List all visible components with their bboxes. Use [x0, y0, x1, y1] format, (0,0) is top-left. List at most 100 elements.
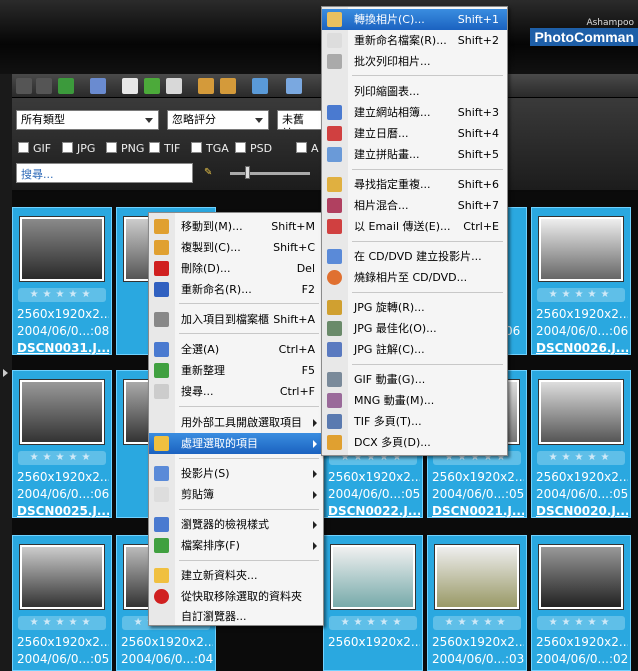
search-input[interactable]: 搜尋...: [16, 163, 193, 183]
submenu-item-convert[interactable]: 轉換相片(C)... Shift+1: [322, 9, 507, 30]
submenu-item-gif-animation[interactable]: GIF 動畫(G)...: [322, 369, 507, 390]
rating-stars[interactable]: ★★★★★: [537, 616, 625, 630]
format-checkbox-jpg[interactable]: JPG: [62, 142, 95, 156]
view-icon[interactable]: [90, 78, 106, 94]
left-panel-collapsed[interactable]: [0, 74, 12, 671]
menu-item-sort[interactable]: 檔案排序(F): [149, 535, 323, 556]
submenu-item-calendar[interactable]: 建立日曆... Shift+4: [322, 123, 507, 144]
back-icon[interactable]: [16, 78, 32, 94]
submenu-arrow-icon: [313, 491, 317, 499]
menu-item-select-all[interactable]: 全選(A) Ctrl+A: [149, 339, 323, 360]
rating-stars[interactable]: ★★★★★: [537, 288, 625, 302]
new-file-icon[interactable]: [122, 78, 138, 94]
thumbnail-item[interactable]: ★★★★★ 2560x1920x2... 2004/06/0...:06 DSC…: [531, 207, 631, 355]
refresh-icon[interactable]: [144, 78, 160, 94]
submenu-item-print-thumbnails[interactable]: 列印縮圖表...: [322, 81, 507, 102]
thumbnail-date: 2004/06/0...:05: [328, 487, 420, 501]
submenu-item-dcx-multipage[interactable]: DCX 多頁(D)...: [322, 432, 507, 453]
rating-select[interactable]: 忽略評分: [167, 110, 269, 130]
dcx-icon: [327, 435, 342, 450]
date-select[interactable]: 未舊於.: [277, 110, 323, 130]
thumbnail-item[interactable]: ★★★★★ 2560x1920x2... 2004/06/0...:05 DSC…: [531, 370, 631, 518]
rating-stars[interactable]: ★★★★★: [433, 616, 521, 630]
format-checkbox-tif[interactable]: TIF: [149, 142, 180, 156]
menu-item-clipboard[interactable]: 剪貼簿: [149, 484, 323, 505]
menu-item-move[interactable]: 移動到(M)... Shift+M: [149, 216, 323, 237]
menu-item-customize-browser[interactable]: 自訂瀏覽器...: [149, 606, 323, 627]
folder-icon[interactable]: [198, 78, 214, 94]
menu-item-process-selected[interactable]: 處理選取的項目: [149, 433, 323, 454]
copy-icon: [154, 240, 169, 255]
thumbnail-filename[interactable]: DSCN0031.J...: [17, 341, 109, 355]
rating-stars[interactable]: ★★★★★: [329, 616, 417, 630]
format-checkbox-more[interactable]: A: [296, 142, 319, 156]
menu-item-new-folder[interactable]: 建立新資料夾...: [149, 565, 323, 586]
thumbnail-date: 2004/06/0...:05: [536, 487, 628, 501]
expand-arrow-icon[interactable]: [3, 369, 8, 377]
submenu-item-cd-slideshow[interactable]: 在 CD/DVD 建立投影片...: [322, 246, 507, 267]
menu-item-search[interactable]: 搜尋... Ctrl+F: [149, 381, 323, 402]
menu-item-copy[interactable]: 複製到(C)... Shift+C: [149, 237, 323, 258]
rating-stars[interactable]: ★★★★★: [537, 451, 625, 465]
convert-icon: [327, 12, 342, 27]
menu-item-slideshow[interactable]: 投影片(S): [149, 463, 323, 484]
menu-item-refresh[interactable]: 重新整理 F5: [149, 360, 323, 381]
menu-item-view-style[interactable]: 瀏覽器的檢視樣式: [149, 514, 323, 535]
zoom-slider-handle[interactable]: [245, 166, 250, 179]
rating-select-value: 忽略評分: [172, 113, 216, 126]
submenu-item-email[interactable]: 以 Email 傳送(E)... Ctrl+E: [322, 216, 507, 237]
format-checkbox-psd[interactable]: PSD: [235, 142, 272, 156]
thumbnail-item[interactable]: ★★★★★ 2560x1920x2... 2004/06/0...:02: [531, 535, 631, 671]
thumbnail-date: 2004/06/0...:06: [536, 324, 628, 338]
submenu-item-burn-cd[interactable]: 燒錄相片至 CD/DVD...: [322, 267, 507, 288]
submenu-item-tif-multipage[interactable]: TIF 多頁(T)...: [322, 411, 507, 432]
submenu-arrow-icon: [313, 440, 317, 448]
view-style-icon: [154, 517, 169, 532]
format-checkbox-gif[interactable]: GIF: [18, 142, 51, 156]
submenu-item-web-album[interactable]: 建立網站相簿... Shift+3: [322, 102, 507, 123]
rating-stars[interactable]: ★★★★★: [18, 288, 106, 302]
submenu-item-photo-blend[interactable]: 相片混合... Shift+7: [322, 195, 507, 216]
sort-icon: [154, 538, 169, 553]
submenu-item-collage[interactable]: 建立拼貼畫... Shift+5: [322, 144, 507, 165]
thumbnail-filename[interactable]: DSCN0021.J...: [432, 504, 524, 518]
type-select[interactable]: 所有類型: [16, 110, 159, 130]
thumbnail-date: 2004/06/0...:02: [536, 652, 628, 666]
thumbnail-item[interactable]: ★★★★★ 2560x1920x2...: [323, 535, 423, 671]
menu-item-remove-cache[interactable]: 從快取移除選取的資料夾: [149, 586, 323, 607]
thumbnail-item[interactable]: ★★★★★ 2560x1920x2... 2004/06/0...:08 DSC…: [12, 207, 112, 355]
up-icon[interactable]: [58, 78, 74, 94]
rating-stars[interactable]: ★★★★★: [18, 451, 106, 465]
sort-icon[interactable]: [252, 78, 268, 94]
format-checkbox-tga[interactable]: TGA: [191, 142, 229, 156]
submenu-item-jpg-rotate[interactable]: JPG 旋轉(R)...: [322, 297, 507, 318]
thumbnail-filename[interactable]: DSCN0025.J...: [17, 504, 109, 518]
thumbnail-filename[interactable]: DSCN0020.J...: [536, 504, 628, 518]
rating-stars[interactable]: ★★★★★: [18, 616, 106, 630]
thumbnail-resolution: 2560x1920x2...: [17, 470, 109, 484]
forward-icon[interactable]: [36, 78, 52, 94]
submenu-item-rename-files[interactable]: 重新命名檔案(R)... Shift+2: [322, 30, 507, 51]
submenu-item-mng-animation[interactable]: MNG 動畫(M)...: [322, 390, 507, 411]
submenu-item-jpg-comment[interactable]: JPG 註解(C)...: [322, 339, 507, 360]
folder-move-icon[interactable]: [220, 78, 236, 94]
submenu-item-find-duplicates[interactable]: 尋找指定重複... Shift+6: [322, 174, 507, 195]
thumbnail-item[interactable]: ★★★★★ 2560x1920x2... 2004/06/0...:03: [427, 535, 527, 671]
search-icon[interactable]: [166, 78, 182, 94]
menu-item-delete[interactable]: 刪除(D)... Del: [149, 258, 323, 279]
type-select-value: 所有類型: [21, 113, 65, 126]
thumbnail-filename[interactable]: DSCN0026.J...: [536, 341, 628, 355]
menu-item-rename[interactable]: 重新命名(R)... F2: [149, 279, 323, 300]
thumbnail-filename[interactable]: DSCN0022.J...: [328, 504, 420, 518]
grid-view-icon[interactable]: [286, 78, 302, 94]
format-checkbox-png[interactable]: PNG: [106, 142, 144, 156]
submenu-item-jpg-optimize[interactable]: JPG 最佳化(O)...: [322, 318, 507, 339]
refresh-icon: [154, 363, 169, 378]
submenu-item-batch-print[interactable]: 批次列印相片...: [322, 51, 507, 72]
thumbnail-item[interactable]: ★★★★★ 2560x1920x2... 2004/06/0...:06 DSC…: [12, 370, 112, 518]
thumbnail-item[interactable]: ★★★★★ 2560x1920x2... 2004/06/0...:05: [12, 535, 112, 671]
zoom-slider-track[interactable]: [230, 172, 310, 175]
clipboard-icon: [154, 487, 169, 502]
menu-item-add-cabinet[interactable]: 加入項目到檔案櫃 Shift+A: [149, 309, 323, 330]
menu-item-open-external[interactable]: 用外部工具開啟選取項目: [149, 412, 323, 433]
